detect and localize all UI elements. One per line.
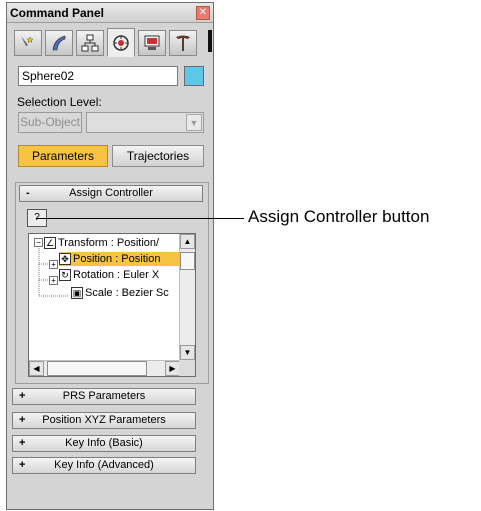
close-button[interactable]: ✕ [196,6,210,20]
vertical-scroll-thumb[interactable] [180,252,195,270]
controller-tree[interactable]: − ∠ Transform : Position/ + ✥ Position : P… [28,233,196,377]
tab-utilities[interactable] [169,30,197,56]
motion-icon [113,34,129,51]
vertical-scrollbar[interactable]: ▲ ▼ [179,234,195,362]
tree-expand-toggle[interactable]: + [49,260,58,269]
create-icon [21,36,34,46]
rollout-key-info-advanced[interactable]: + Key Info (Advanced) [12,457,196,474]
callout-leader-line [36,218,244,219]
tree-row-label: Rotation : Euler X [73,269,160,281]
tab-hierarchy[interactable] [76,30,104,56]
tree-row-position[interactable]: ✥ Position : Position [59,252,181,266]
modify-icon [52,35,66,51]
scroll-left-arrow[interactable]: ◀ [29,361,44,376]
rollout-position-xyz-parameters[interactable]: + Position XYZ Parameters [12,412,196,429]
rollout-title: Key Info (Basic) [65,437,143,449]
parameters-button[interactable]: Parameters [18,145,108,167]
controller-tree-content: − ∠ Transform : Position/ + ✥ Position : P… [29,234,181,362]
callout-label: Assign Controller button [248,207,430,226]
rollout-title: PRS Parameters [62,390,146,402]
scroll-down-arrow[interactable]: ▼ [180,345,195,360]
title-bar: Command Panel ✕ [7,3,213,23]
scrollbar-corner [179,360,195,376]
command-panel-tabs [14,28,210,58]
scroll-right-arrow[interactable]: ▶ [165,361,180,376]
tree-row-label: Position : Position [73,253,161,265]
selection-level-dropdown[interactable]: ▼ [86,112,204,133]
transform-controller-icon: ∠ [44,237,56,250]
rotation-controller-icon: ↻ [59,269,71,282]
tree-row-scale[interactable]: ▣ Scale : Bezier Sc [71,286,181,300]
selection-level-label: Selection Level: [17,95,102,109]
panel-title: Command Panel [10,6,105,20]
rollout-title: Position XYZ Parameters [42,414,166,426]
horizontal-scroll-thumb[interactable] [47,361,147,376]
scroll-up-arrow[interactable]: ▲ [180,234,195,249]
tree-row-rotation[interactable]: ↻ Rotation : Euler X [59,268,181,282]
sub-object-button[interactable]: Sub-Object [18,112,82,133]
assign-controller-rollout-header[interactable]: - Assign Controller [19,185,203,202]
tree-collapse-toggle[interactable]: − [34,238,43,247]
tab-modify[interactable] [45,30,73,56]
rollout-prs-parameters[interactable]: + PRS Parameters [12,388,196,405]
utilities-icon [176,35,190,51]
tab-motion[interactable] [107,28,135,57]
scale-controller-icon: ▣ [71,287,83,300]
rollout-title: Assign Controller [69,187,153,199]
tab-scroll-edge [208,30,212,52]
hierarchy-icon [81,34,99,52]
rollout-key-info-basic[interactable]: + Key Info (Basic) [12,435,196,452]
tree-expand-toggle[interactable]: + [49,276,58,285]
tree-row-label: Scale : Bezier Sc [85,287,169,299]
object-color-swatch[interactable] [184,66,204,86]
horizontal-scrollbar[interactable]: ◀ ▶ [29,360,181,376]
trajectories-button[interactable]: Trajectories [112,145,204,167]
tree-row-label: Transform : Position/ [58,237,160,249]
position-controller-icon: ✥ [59,253,71,266]
tab-create[interactable] [14,30,42,56]
display-icon [144,35,160,50]
tab-display[interactable] [138,30,166,56]
rollout-title: Key Info (Advanced) [54,459,154,471]
object-name-field[interactable]: Sphere02 [18,66,178,86]
chevron-down-icon: ▼ [186,114,202,131]
tree-row-transform[interactable]: ∠ Transform : Position/ [44,236,181,250]
